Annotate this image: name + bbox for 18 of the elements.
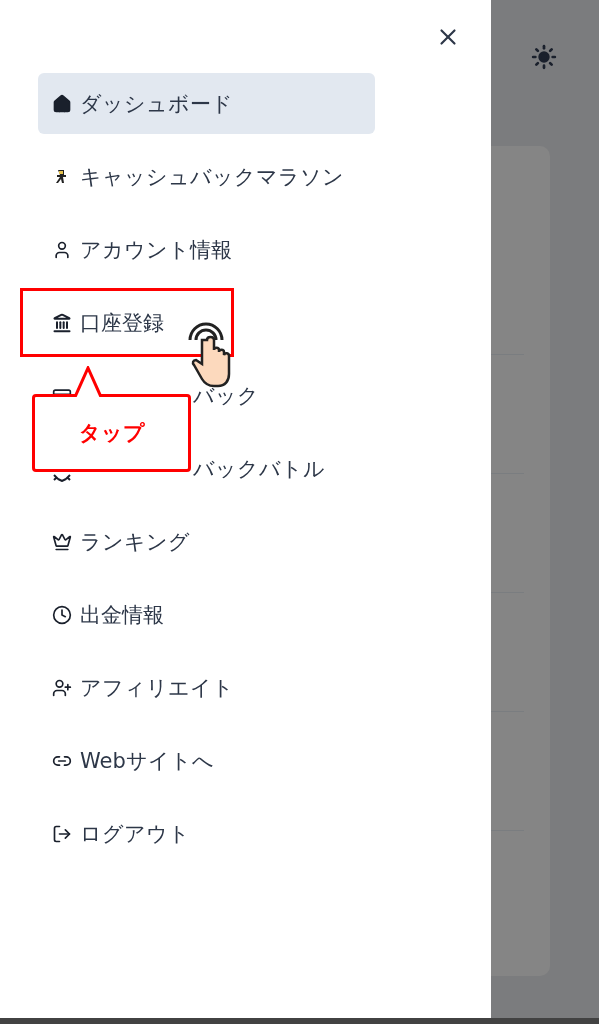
sun-icon[interactable]	[531, 44, 557, 70]
menu-item[interactable]: アカウント情報	[38, 219, 375, 280]
crown-icon	[52, 531, 72, 552]
clock-icon	[52, 604, 72, 625]
menu-item[interactable]: ログアウト	[38, 803, 375, 864]
menu-item[interactable]: ダッシュボード	[38, 73, 375, 134]
callout-text: タップ	[78, 420, 145, 447]
menu-item[interactable]: ランキング	[38, 511, 375, 572]
home-icon	[52, 93, 72, 114]
menu-item[interactable]: アフィリエイト	[38, 657, 375, 718]
menu-item[interactable]: Webサイトへ	[38, 730, 375, 791]
menu-item[interactable]: 出金情報	[38, 584, 375, 645]
logout-icon	[52, 823, 72, 844]
menu-item[interactable]: 口座登録	[38, 292, 375, 353]
user-icon	[52, 239, 72, 260]
menu-item[interactable]: キャッシュバックマラソン	[38, 146, 375, 207]
user-plus-icon	[52, 677, 72, 698]
bank-icon	[52, 312, 72, 333]
